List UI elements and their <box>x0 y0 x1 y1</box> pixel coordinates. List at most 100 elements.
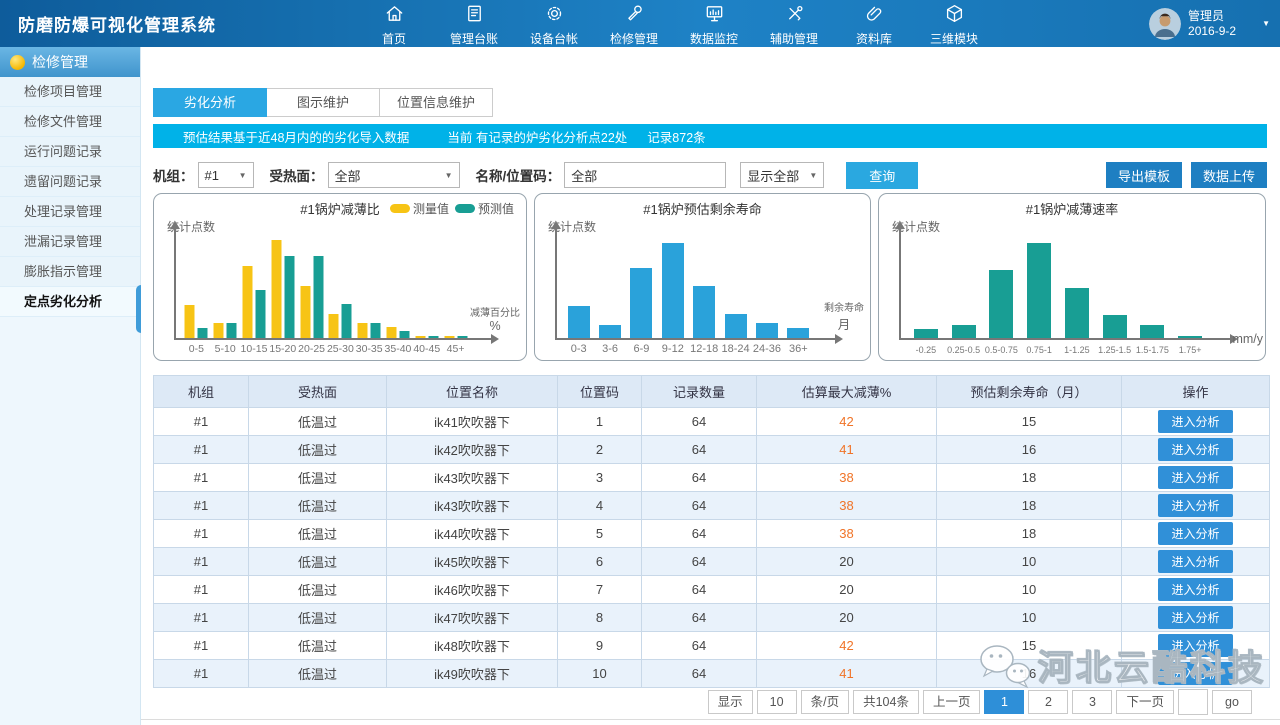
cell-max-wear: 42 <box>757 632 937 660</box>
sidebar-item-2[interactable]: 检修文件管理 <box>0 107 140 137</box>
sidebar-item-3[interactable]: 运行问题记录 <box>0 137 140 167</box>
tab-bar: 劣化分析 图示维护 位置信息维护 <box>153 88 493 117</box>
page-button-1[interactable]: 1 <box>984 690 1024 714</box>
x-tick-label: 45+ <box>447 343 465 355</box>
cell-location-code: 8 <box>558 604 642 632</box>
enter-analysis-button[interactable]: 进入分析 <box>1158 438 1232 461</box>
enter-analysis-button[interactable]: 进入分析 <box>1158 578 1232 601</box>
tab-diagram-maintenance[interactable]: 图示维护 <box>267 88 380 117</box>
sidebar-header[interactable]: 检修管理 <box>0 47 140 77</box>
notice-text-1: 预估结果基于近48月内的的劣化导入数据 <box>183 127 409 146</box>
enter-analysis-button[interactable]: 进入分析 <box>1158 634 1232 657</box>
column-header: 位置码 <box>558 376 642 408</box>
y-axis-line <box>555 229 557 340</box>
nav-item-label: 数据监控 <box>674 30 754 47</box>
cell-location-name: ik44吹吹器下 <box>387 520 558 548</box>
nav-item-gear[interactable]: 设备台帐 <box>514 1 594 47</box>
x-tick-label: 15-20 <box>269 343 296 355</box>
surface-select[interactable]: 全部 ▼ <box>328 162 460 188</box>
enter-analysis-button[interactable]: 进入分析 <box>1158 494 1232 517</box>
bar <box>952 325 976 338</box>
chart-category: 10-15 <box>240 223 269 355</box>
chevron-down-icon: ▼ <box>809 171 817 180</box>
bar <box>1027 243 1051 338</box>
enter-analysis-button[interactable]: 进入分析 <box>1158 550 1232 573</box>
x-tick-label: 36+ <box>789 343 808 355</box>
chart-category: 20-25 <box>297 223 326 355</box>
cube-icon <box>944 11 965 28</box>
cell-location-name: ik43吹吹器下 <box>387 464 558 492</box>
chart-category: 25-30 <box>326 223 355 355</box>
nav-item-home[interactable]: 首页 <box>354 1 434 47</box>
bar <box>242 266 252 338</box>
cell-record-count: 64 <box>642 520 757 548</box>
enter-analysis-button[interactable]: 进入分析 <box>1158 466 1232 489</box>
nav-item-cube[interactable]: 三维模块 <box>914 1 994 47</box>
tab-location-info[interactable]: 位置信息维护 <box>380 88 493 117</box>
scope-select[interactable]: 显示全部 ▼ <box>740 162 824 188</box>
cell-location-code: 6 <box>558 548 642 576</box>
x-axis-arrow <box>491 334 499 344</box>
cell-max-wear: 41 <box>757 436 937 464</box>
name-code-input[interactable] <box>564 162 726 188</box>
nav-item-monitor[interactable]: 数据监控 <box>674 1 754 47</box>
pager-display: 显示 <box>708 690 753 714</box>
nav-item-ledger[interactable]: 管理台账 <box>434 1 514 47</box>
search-button[interactable]: 查询 <box>846 162 918 189</box>
sidebar-item-5[interactable]: 处理记录管理 <box>0 197 140 227</box>
sidebar-item-6[interactable]: 泄漏记录管理 <box>0 227 140 257</box>
enter-analysis-button[interactable]: 进入分析 <box>1158 662 1232 685</box>
chart-category: 40-45 <box>412 223 441 355</box>
cell-unit: #1 <box>154 408 249 436</box>
enter-analysis-button[interactable]: 进入分析 <box>1158 410 1232 433</box>
nav-item-label: 检修管理 <box>594 30 674 47</box>
app-title: 防磨防爆可视化管理系统 <box>18 11 216 36</box>
bar <box>371 323 381 338</box>
x-tick-label: 18-24 <box>721 343 749 355</box>
data-upload-button[interactable]: 数据上传 <box>1191 162 1267 188</box>
chart-category: 36+ <box>783 223 814 355</box>
bar <box>787 328 809 338</box>
cell-record-count: 64 <box>642 660 757 688</box>
table-header-row: 机组受热面位置名称位置码记录数量估算最大减薄%预估剩余寿命（月）操作 <box>154 376 1270 408</box>
sidebar-item-7[interactable]: 膨胀指示管理 <box>0 257 140 287</box>
cell-location-name: ik41吹吹器下 <box>387 408 558 436</box>
chart-title: #1锅炉减薄速率 <box>879 199 1265 218</box>
pager-page-size[interactable]: 10 <box>757 690 797 714</box>
go-button[interactable]: go <box>1212 690 1252 714</box>
enter-analysis-button[interactable]: 进入分析 <box>1158 606 1232 629</box>
cell-record-count: 64 <box>642 548 757 576</box>
cell-action: 进入分析 <box>1122 520 1270 548</box>
user-menu[interactable]: 管理员 2016-9-2 <box>1149 8 1236 40</box>
chart-1: #1锅炉减薄比测量值预测值统计点数0-55-1010-1515-2020-252… <box>153 193 527 361</box>
sidebar-item-8[interactable]: 定点劣化分析 <box>0 287 140 317</box>
page-button-3[interactable]: 3 <box>1072 690 1112 714</box>
page-jump-input[interactable] <box>1178 689 1208 715</box>
x-tick-label: 1.25-1.5 <box>1098 345 1131 355</box>
enter-analysis-button[interactable]: 进入分析 <box>1158 522 1232 545</box>
nav-item-paperclip[interactable]: 资料库 <box>834 1 914 47</box>
table-row: #1低温过ik42吹吹器下2644116进入分析 <box>154 436 1270 464</box>
chevron-down-icon: ▼ <box>239 171 247 180</box>
prev-page-button[interactable]: 上一页 <box>923 690 981 714</box>
next-page-button[interactable]: 下一页 <box>1116 690 1174 714</box>
ledger-icon <box>464 11 485 28</box>
cell-remaining-life: 15 <box>937 408 1122 436</box>
sidebar-item-4[interactable]: 遗留问题记录 <box>0 167 140 197</box>
chevron-down-icon[interactable]: ▼ <box>1262 19 1270 28</box>
x-tick-label: 25-30 <box>327 343 354 355</box>
x-tick-label: 0.75-1 <box>1026 345 1052 355</box>
nav-item-tools[interactable]: 辅助管理 <box>754 1 834 47</box>
bar <box>300 286 310 338</box>
user-avatar[interactable] <box>1149 8 1181 40</box>
nav-item-wrench[interactable]: 检修管理 <box>594 1 674 47</box>
x-tick-label: 1-1.25 <box>1064 345 1090 355</box>
export-template-button[interactable]: 导出模板 <box>1106 162 1182 188</box>
chart-category: 15-20 <box>268 223 297 355</box>
sidebar-item-1[interactable]: 检修项目管理 <box>0 77 140 107</box>
page-button-2[interactable]: 2 <box>1028 690 1068 714</box>
unit-select[interactable]: #1 ▼ <box>198 162 254 188</box>
legend-label: 测量值 <box>413 200 449 217</box>
chevron-down-icon: ▼ <box>445 171 453 180</box>
tab-degradation-analysis[interactable]: 劣化分析 <box>153 88 267 117</box>
